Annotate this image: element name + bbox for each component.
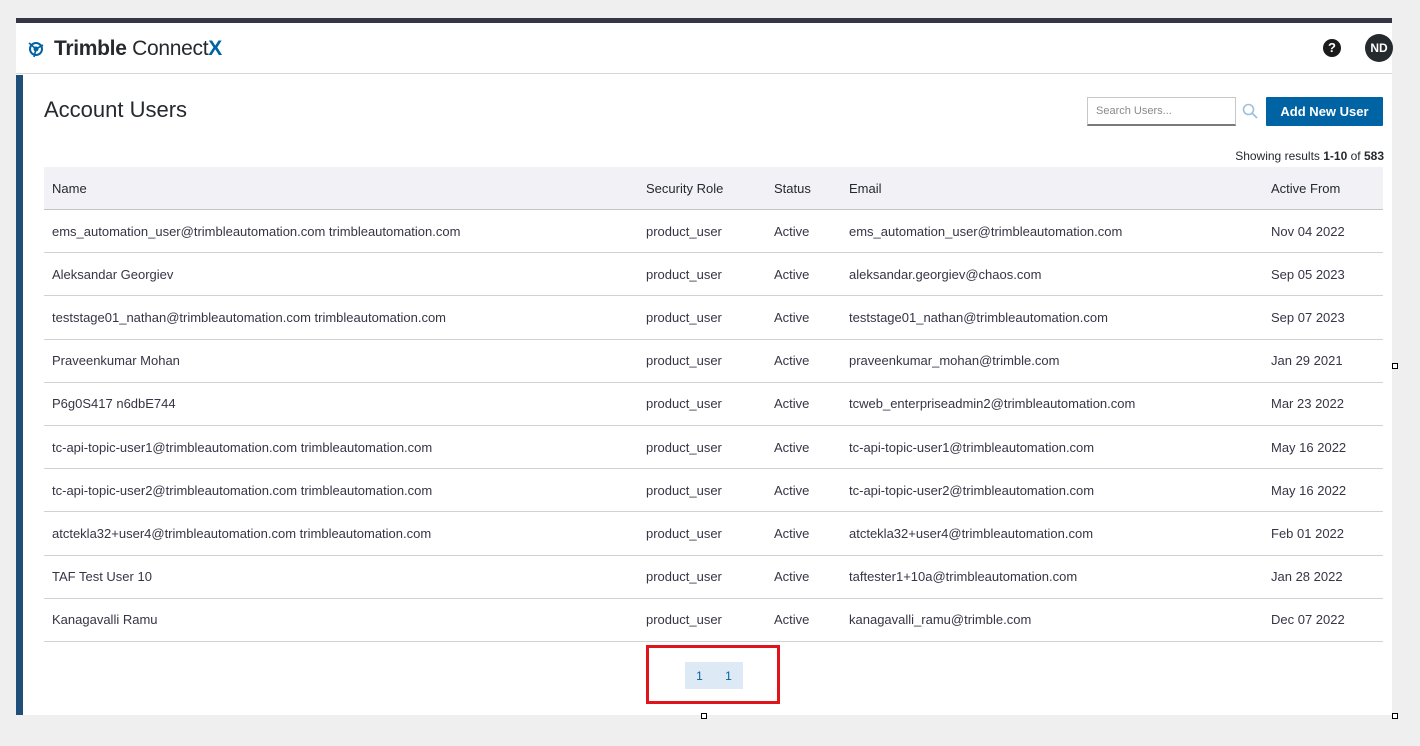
app-logo[interactable]: Trimble ConnectX bbox=[26, 36, 222, 62]
column-header-security-role[interactable]: Security Role bbox=[646, 181, 723, 196]
cell-name: Kanagavalli Ramu bbox=[52, 612, 158, 628]
table-row[interactable]: tc-api-topic-user2@trimbleautomation.com… bbox=[44, 469, 1383, 513]
resize-handle[interactable] bbox=[701, 713, 707, 719]
app-header: Trimble ConnectX ? ND bbox=[16, 23, 1393, 74]
cell-status: Active bbox=[774, 439, 810, 455]
cell-security-role: product_user bbox=[646, 309, 722, 325]
cell-active-from: Sep 07 2023 bbox=[1271, 309, 1345, 325]
table-row[interactable]: tc-api-topic-user1@trimbleautomation.com… bbox=[44, 426, 1383, 470]
cell-email: tc-api-topic-user1@trimbleautomation.com bbox=[849, 439, 1095, 455]
highlight-box bbox=[646, 645, 780, 704]
cell-name: atctekla32+user4@trimbleautomation.com t… bbox=[52, 525, 432, 541]
cell-status: Active bbox=[774, 396, 810, 412]
results-of: of bbox=[1347, 149, 1364, 163]
add-new-user-button[interactable]: Add New User bbox=[1266, 97, 1383, 126]
cell-email: aleksandar.georgiev@chaos.com bbox=[849, 266, 1042, 282]
cell-security-role: product_user bbox=[646, 525, 722, 541]
cell-active-from: Dec 07 2022 bbox=[1271, 612, 1345, 628]
cell-email: tcweb_enterpriseadmin2@trimbleautomation… bbox=[849, 396, 1136, 412]
cell-active-from: May 16 2022 bbox=[1271, 439, 1347, 455]
results-range: 1-10 bbox=[1323, 149, 1348, 163]
cell-name: ems_automation_user@trimbleautomation.co… bbox=[52, 223, 461, 239]
cell-status: Active bbox=[774, 266, 810, 282]
cell-security-role: product_user bbox=[646, 482, 722, 498]
cell-status: Active bbox=[774, 569, 810, 585]
table-row[interactable]: atctekla32+user4@trimbleautomation.com t… bbox=[44, 512, 1383, 556]
results-prefix: Showing results bbox=[1235, 149, 1324, 163]
column-header-active-from[interactable]: Active From bbox=[1271, 181, 1340, 196]
cell-email: tc-api-topic-user2@trimbleautomation.com bbox=[849, 482, 1095, 498]
column-header-status[interactable]: Status bbox=[774, 181, 811, 196]
cell-name: P6g0S417 n6dbE744 bbox=[52, 396, 176, 412]
page-title: Account Users bbox=[44, 97, 188, 122]
trimble-logo-icon bbox=[28, 42, 44, 58]
table-row[interactable]: P6g0S417 n6dbE744 product_user Active tcweb… bbox=[44, 383, 1383, 426]
cell-name: Aleksandar Georgiev bbox=[52, 266, 174, 282]
help-icon[interactable]: ? bbox=[1323, 39, 1341, 57]
cell-active-from: Mar 23 2022 bbox=[1271, 396, 1344, 412]
cell-active-from: Sep 05 2023 bbox=[1271, 266, 1345, 282]
table-row[interactable]: Kanagavalli Ramu product_user Active kanaga… bbox=[44, 599, 1383, 642]
cell-security-role: product_user bbox=[646, 612, 722, 628]
table-row[interactable]: Aleksandar Georgiev product_user Active ale… bbox=[44, 253, 1383, 297]
column-header-email[interactable]: Email bbox=[849, 181, 882, 196]
cell-name: Praveenkumar Mohan bbox=[52, 353, 180, 369]
cell-email: praveenkumar_mohan@trimble.com bbox=[849, 353, 1060, 369]
table-header: Name Security Role Status Email Active F… bbox=[44, 167, 1383, 210]
left-accent-bar bbox=[16, 75, 23, 715]
cell-security-role: product_user bbox=[646, 569, 722, 585]
cell-name: TAF Test User 10 bbox=[52, 569, 152, 585]
cell-email: atctekla32+user4@trimbleautomation.com bbox=[849, 525, 1094, 541]
user-avatar[interactable]: ND bbox=[1365, 34, 1393, 62]
table-row[interactable]: ems_automation_user@trimbleautomation.co… bbox=[44, 210, 1383, 254]
search-icon[interactable] bbox=[1242, 103, 1258, 119]
resize-handle[interactable] bbox=[1392, 363, 1398, 369]
cell-active-from: Jan 29 2021 bbox=[1271, 353, 1343, 369]
cell-active-from: Jan 28 2022 bbox=[1271, 569, 1343, 585]
cell-active-from: May 16 2022 bbox=[1271, 482, 1347, 498]
cell-security-role: product_user bbox=[646, 266, 722, 282]
cell-active-from: Feb 01 2022 bbox=[1271, 525, 1345, 541]
cell-name: tc-api-topic-user1@trimbleautomation.com… bbox=[52, 439, 433, 455]
table-row[interactable]: teststage01_nathan@trimbleautomation.com… bbox=[44, 296, 1383, 340]
cell-status: Active bbox=[774, 353, 810, 369]
search-input[interactable] bbox=[1088, 98, 1235, 124]
cell-status: Active bbox=[774, 223, 810, 239]
users-table: Name Security Role Status Email Active F… bbox=[44, 167, 1383, 642]
cell-status: Active bbox=[774, 482, 810, 498]
column-header-name[interactable]: Name bbox=[52, 181, 87, 196]
cell-email: teststage01_nathan@trimbleautomation.com bbox=[849, 309, 1108, 325]
table-row[interactable]: TAF Test User 10 product_user Active taftes… bbox=[44, 556, 1383, 599]
results-summary: Showing results 1-10 of 583 bbox=[1235, 149, 1384, 163]
cell-security-role: product_user bbox=[646, 353, 722, 369]
cell-active-from: Nov 04 2022 bbox=[1271, 223, 1345, 239]
cell-status: Active bbox=[774, 309, 810, 325]
logo-text-accent: X bbox=[208, 37, 222, 60]
cell-status: Active bbox=[774, 525, 810, 541]
cell-email: kanagavalli_ramu@trimble.com bbox=[849, 612, 1032, 628]
resize-handle[interactable] bbox=[1392, 713, 1398, 719]
logo-text-bold: Trimble bbox=[54, 37, 127, 60]
table-row[interactable]: Praveenkumar Mohan product_user Active prav… bbox=[44, 340, 1383, 383]
results-total: 583 bbox=[1363, 149, 1384, 163]
cell-email: ems_automation_user@trimbleautomation.co… bbox=[849, 223, 1123, 239]
logo-text-regular: Connect bbox=[126, 37, 209, 60]
cell-name: tc-api-topic-user2@trimbleautomation.com… bbox=[52, 482, 433, 498]
cell-security-role: product_user bbox=[646, 396, 722, 412]
app-name: Trimble ConnectX bbox=[54, 36, 222, 62]
cell-name: teststage01_nathan@trimbleautomation.com… bbox=[52, 309, 447, 325]
cell-security-role: product_user bbox=[646, 223, 722, 239]
search-box[interactable] bbox=[1087, 97, 1236, 126]
cell-status: Active bbox=[774, 612, 810, 628]
cell-email: taftester1+10a@trimbleautomation.com bbox=[849, 569, 1078, 585]
cell-security-role: product_user bbox=[646, 439, 722, 455]
table-body: ems_automation_user@trimbleautomation.co… bbox=[44, 210, 1383, 642]
